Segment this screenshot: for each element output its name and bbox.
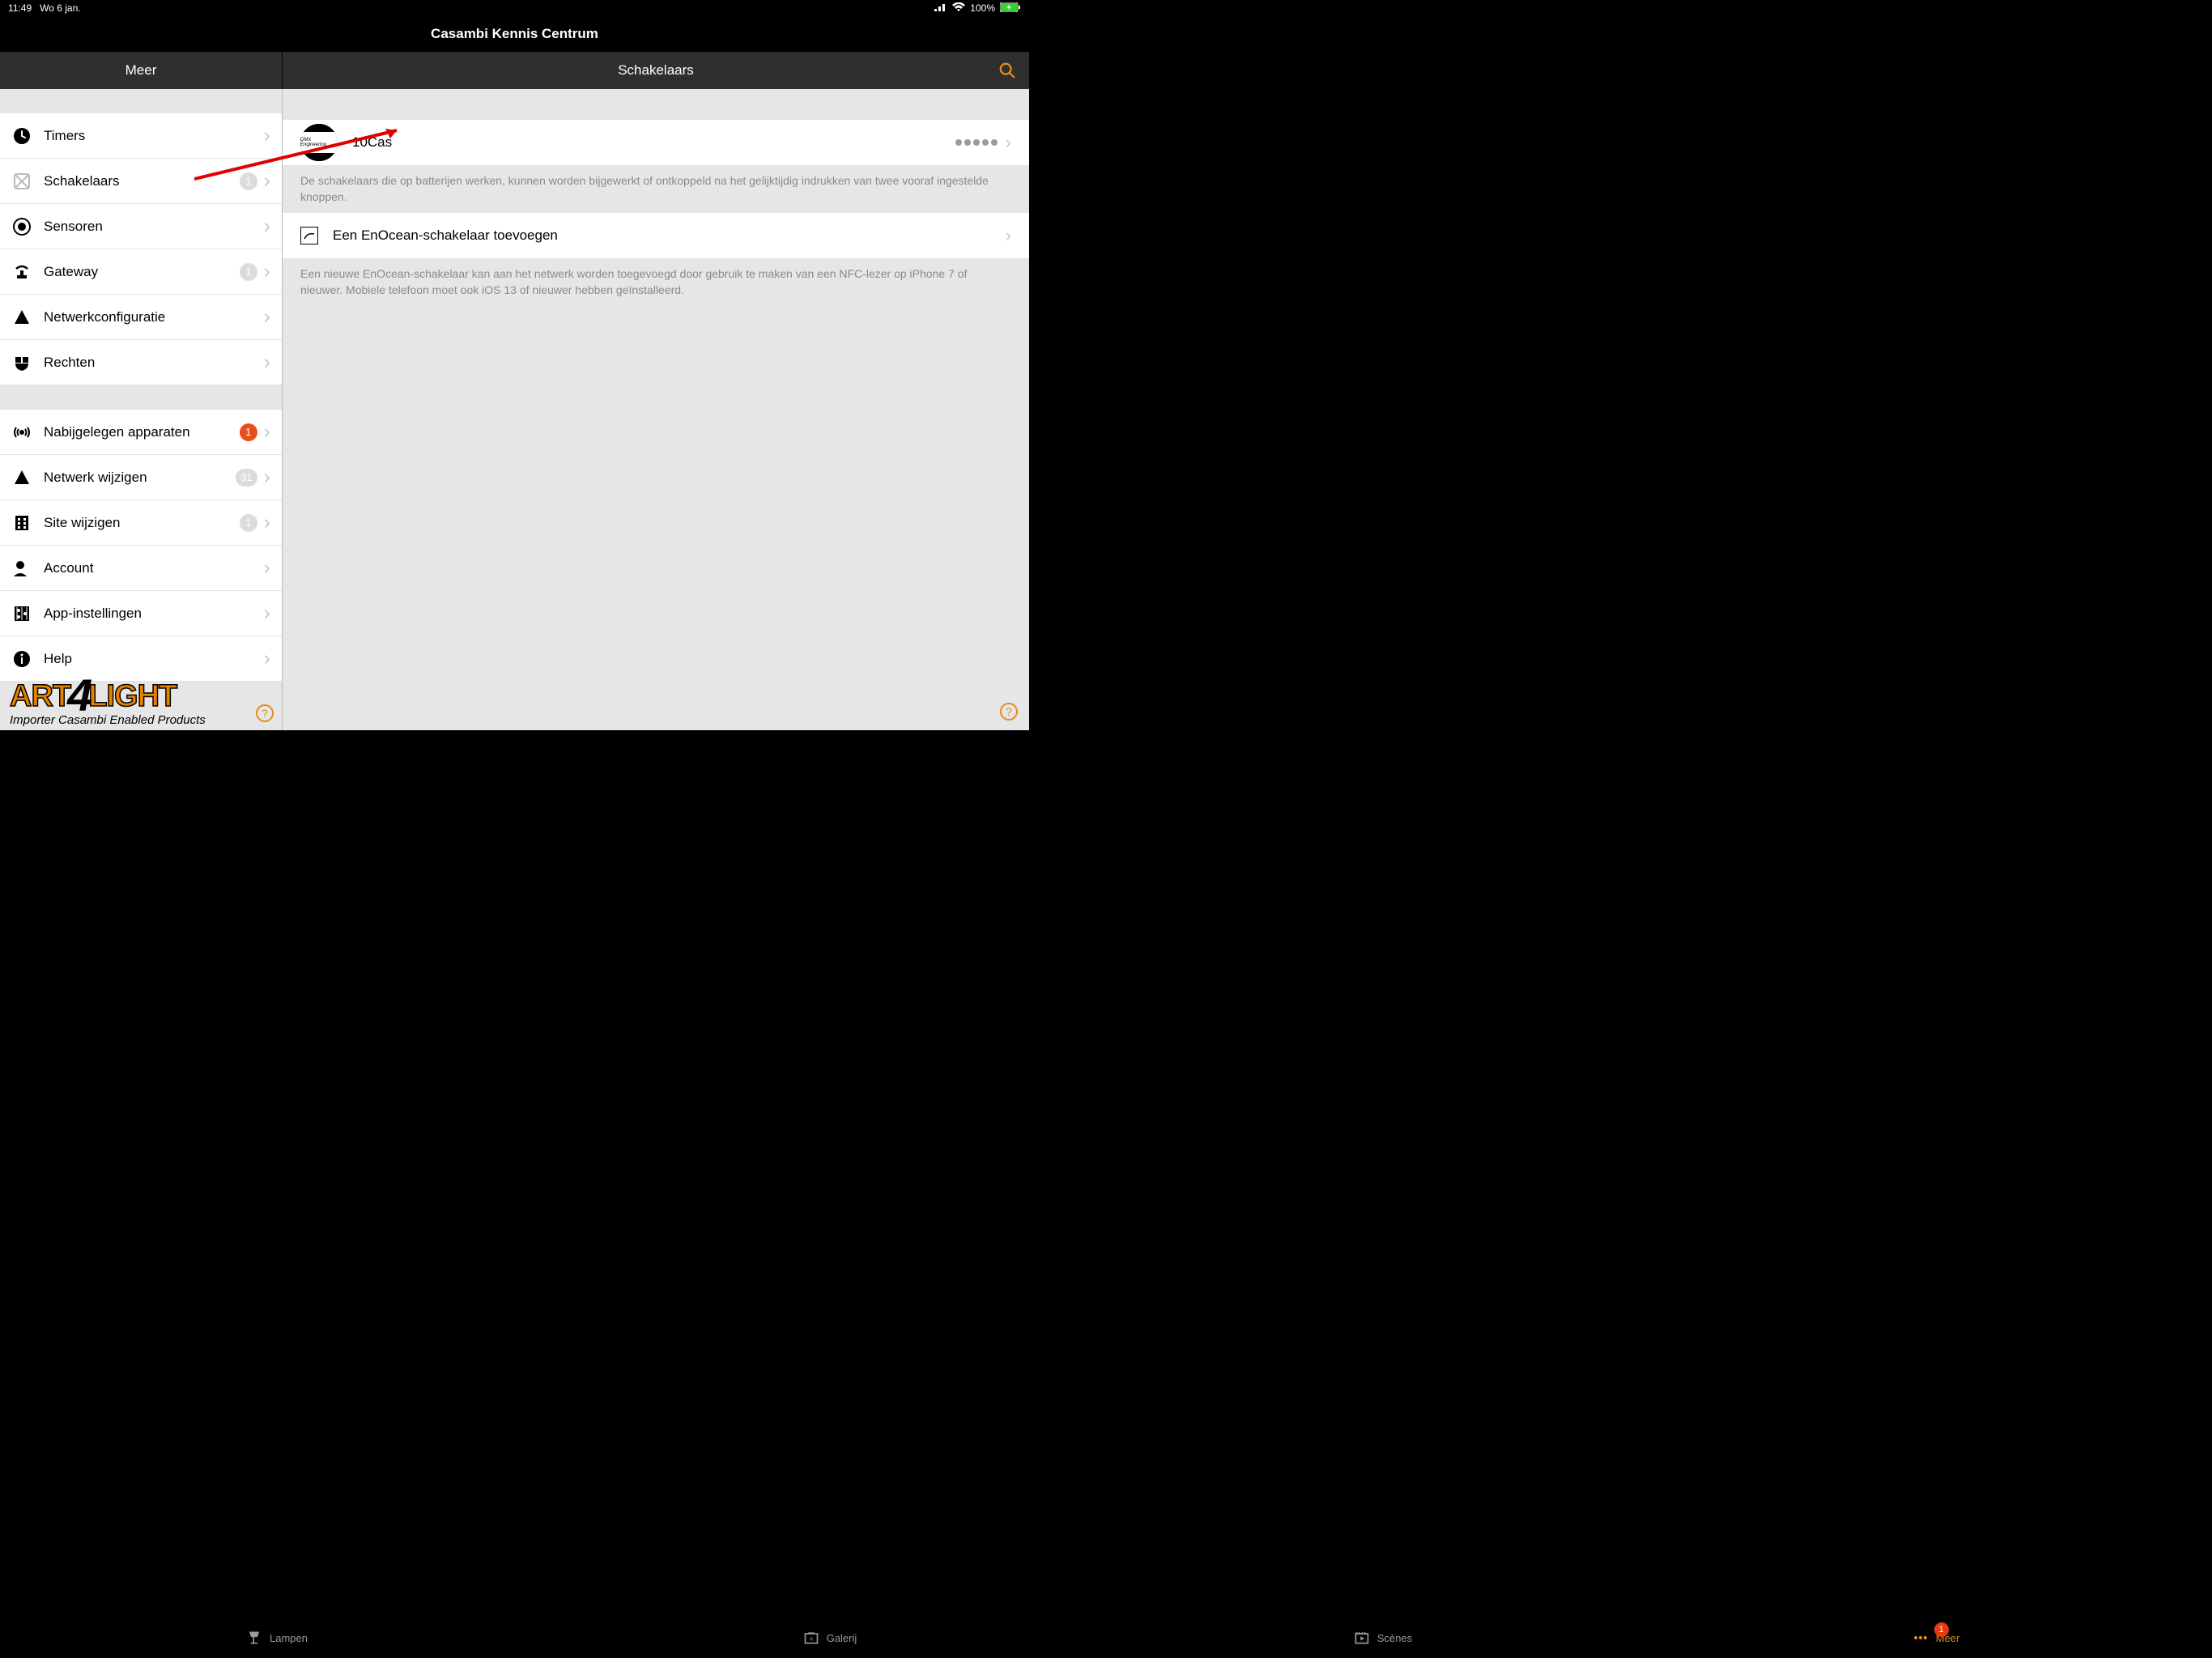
scenes-icon — [1353, 1629, 1371, 1647]
account-icon — [11, 558, 32, 579]
battery-percent: 100% — [970, 2, 995, 14]
help-button[interactable]: ? — [256, 704, 274, 722]
cellular-icon — [934, 2, 947, 14]
sidebar-item-schakelaars[interactable]: Schakelaars 1 › — [0, 159, 282, 204]
status-bar: 11:49 Wo 6 jan. 100% — [0, 0, 1029, 16]
chevron-right-icon: › — [264, 648, 270, 669]
wifi-icon — [952, 2, 965, 15]
status-date: Wo 6 jan. — [40, 2, 80, 14]
sidebar-item-label: Sensoren — [44, 219, 264, 235]
sidebar-item-label: Site wijzigen — [44, 515, 240, 531]
sidebar-item-netwerk-wijzigen[interactable]: Netwerk wijzigen 31 › — [0, 455, 282, 500]
svg-text:A: A — [809, 1636, 813, 1642]
more-icon — [1912, 1629, 1929, 1647]
count-badge: 1 — [240, 423, 257, 441]
chevron-right-icon: › — [1006, 225, 1011, 246]
switch-icon — [11, 171, 32, 192]
sidebar: Timers › Schakelaars 1 › Sensoren › Gate… — [0, 89, 283, 730]
chevron-right-icon: › — [264, 307, 270, 327]
shield-icon — [11, 352, 32, 373]
enocean-icon — [300, 227, 318, 244]
chevron-right-icon: › — [264, 261, 270, 282]
device-thumbnail: DMX Engineering — [300, 124, 338, 161]
tab-lampen[interactable]: Lampen — [0, 1618, 553, 1658]
tab-bar: Lampen A Galerij Scènes Meer 1 — [0, 1618, 2212, 1658]
help-button[interactable]: ? — [1000, 703, 1018, 721]
toolbar: Meer Schakelaars — [0, 52, 1029, 89]
description-text: Een nieuwe EnOcean-schakelaar kan aan he… — [283, 258, 1029, 306]
sidebar-item-sensoren[interactable]: Sensoren › — [0, 204, 282, 249]
chevron-right-icon: › — [264, 171, 270, 191]
site-icon — [11, 512, 32, 534]
gateway-icon — [11, 261, 32, 283]
app-title: Casambi Kennis Centrum — [431, 26, 598, 42]
add-enocean-label: Een EnOcean-schakelaar toevoegen — [333, 227, 1006, 244]
tab-label: Scènes — [1377, 1632, 1412, 1644]
battery-icon — [1000, 2, 1021, 15]
chevron-right-icon: › — [264, 467, 270, 487]
sidebar-spacer — [0, 385, 282, 410]
sidebar-item-label: Timers — [44, 128, 264, 144]
sidebar-item-label: Schakelaars — [44, 173, 240, 189]
sidebar-item-account[interactable]: Account › — [0, 546, 282, 591]
app-title-bar: Casambi Kennis Centrum — [0, 16, 1029, 52]
detail-panel: DMX Engineering 10Cas › De schakelaars d… — [283, 89, 1029, 730]
device-name: 10Cas — [352, 134, 955, 151]
brand-logo: ART4LIGHT Importer Casambi Enabled Produ… — [10, 664, 236, 727]
sidebar-item-nabijgelegen-apparaten[interactable]: Nabijgelegen apparaten 1 › — [0, 410, 282, 455]
sidebar-item-site-wijzigen[interactable]: Site wijzigen 1 › — [0, 500, 282, 546]
toolbar-right-title: Schakelaars — [283, 52, 1029, 89]
count-badge: 1 — [240, 263, 257, 281]
sidebar-item-label: Account — [44, 560, 264, 576]
sidebar-item-app-instellingen[interactable]: App-instellingen › — [0, 591, 282, 636]
chevron-right-icon: › — [264, 352, 270, 372]
signal-dots — [955, 139, 998, 146]
sensor-icon — [11, 216, 32, 237]
sidebar-item-label: Rechten — [44, 355, 264, 371]
device-row[interactable]: DMX Engineering 10Cas › — [283, 120, 1029, 165]
count-badge: 31 — [236, 469, 257, 487]
chevron-right-icon: › — [264, 422, 270, 442]
chevron-right-icon: › — [264, 512, 270, 533]
gallery-icon: A — [802, 1629, 820, 1647]
tab-meer[interactable]: Meer 1 — [1659, 1618, 2212, 1658]
nearby-icon — [11, 422, 32, 443]
tab-badge: 1 — [1934, 1622, 1949, 1637]
chevron-right-icon: › — [264, 603, 270, 623]
sidebar-item-label: Netwerk wijzigen — [44, 470, 236, 486]
tab-scenes[interactable]: Scènes — [1106, 1618, 1659, 1658]
sidebar-item-label: App-instellingen — [44, 606, 264, 622]
chevron-right-icon: › — [264, 125, 270, 146]
tab-label: Galerij — [827, 1632, 857, 1644]
sidebar-item-netwerkconfiguratie[interactable]: Netwerkconfiguratie › — [0, 295, 282, 340]
count-badge: 1 — [240, 514, 257, 532]
sidebar-item-gateway[interactable]: Gateway 1 › — [0, 249, 282, 295]
sidebar-item-label: Nabijgelegen apparaten — [44, 424, 240, 440]
settings-icon — [11, 603, 32, 624]
chevron-right-icon: › — [264, 216, 270, 236]
sidebar-spacer — [0, 89, 282, 113]
network-change-icon — [11, 467, 32, 488]
add-enocean-row[interactable]: Een EnOcean-schakelaar toevoegen › — [283, 213, 1029, 258]
toolbar-left-title: Meer — [0, 52, 283, 89]
sidebar-item-rechten[interactable]: Rechten › — [0, 340, 282, 385]
description-text: De schakelaars die op batterijen werken,… — [283, 165, 1029, 213]
sidebar-item-label: Gateway — [44, 264, 240, 280]
lamp-icon — [245, 1629, 263, 1647]
search-icon[interactable] — [998, 62, 1016, 79]
tab-label: Lampen — [270, 1632, 308, 1644]
sidebar-item-timers[interactable]: Timers › — [0, 113, 282, 159]
chevron-right-icon: › — [264, 558, 270, 578]
detail-spacer — [283, 89, 1029, 120]
count-badge: 1 — [240, 172, 257, 190]
tab-galerij[interactable]: A Galerij — [553, 1618, 1106, 1658]
network-icon — [11, 307, 32, 328]
chevron-right-icon: › — [1006, 132, 1011, 153]
sidebar-item-label: Netwerkconfiguratie — [44, 309, 264, 325]
clock-icon — [11, 125, 32, 147]
status-time: 11:49 — [8, 2, 32, 14]
